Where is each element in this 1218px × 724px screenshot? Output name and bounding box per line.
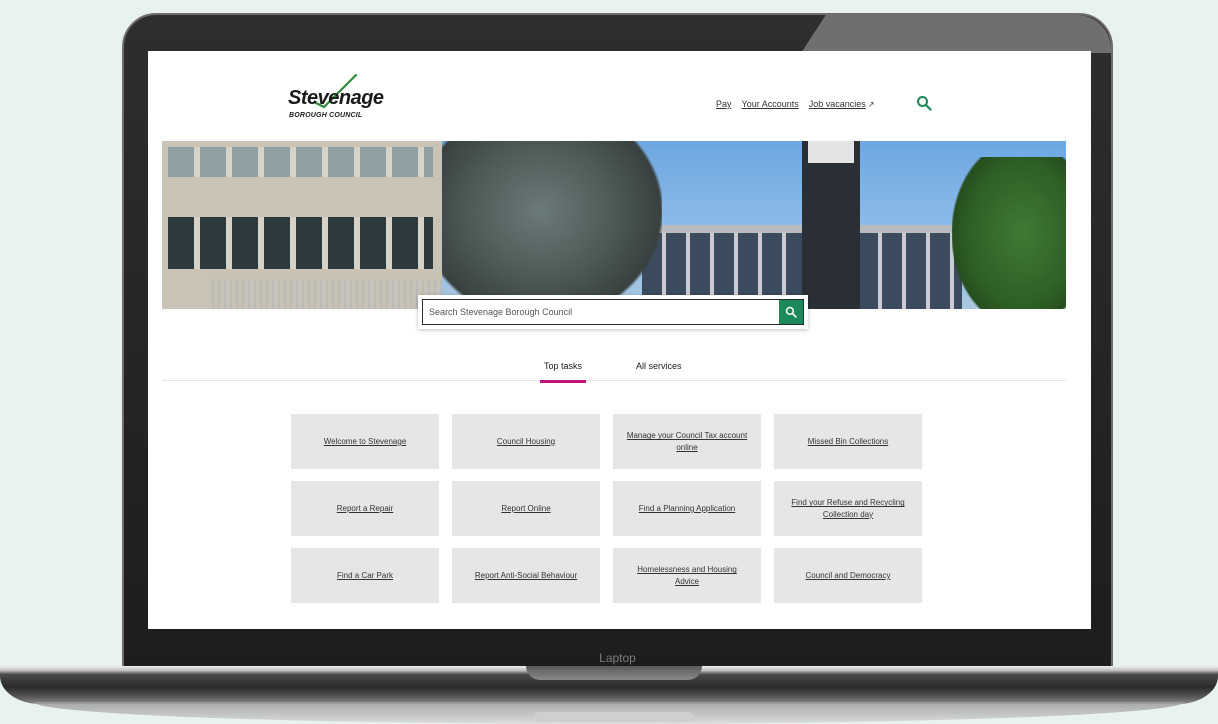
clock-face	[808, 141, 854, 163]
job-vacancies-item: Job vacancies ↗	[809, 99, 875, 109]
logo-title: Stevenage	[288, 87, 384, 109]
search-icon	[785, 306, 797, 318]
hero-sculpture	[442, 141, 662, 309]
task-tile[interactable]: Welcome to Stevenage	[291, 414, 439, 469]
top-tasks-grid: Welcome to Stevenage Council Housing Man…	[291, 414, 923, 603]
tab-top-tasks[interactable]: Top tasks	[539, 361, 587, 383]
logo-subtitle: BOROUGH COUNCIL	[289, 112, 363, 119]
service-tabs: Top tasks All services	[162, 361, 1066, 383]
task-tile[interactable]: Find a Planning Application	[613, 481, 761, 536]
external-link-icon: ↗	[867, 100, 875, 109]
search-button[interactable]	[779, 300, 803, 324]
task-tile[interactable]: Find a Car Park	[291, 548, 439, 603]
task-tile[interactable]: Council and Democracy	[774, 548, 922, 603]
hero-clock-tower	[802, 141, 860, 309]
laptop-label: Laptop	[599, 651, 636, 665]
hero-tree	[952, 157, 1066, 309]
hero-building-left	[162, 141, 442, 309]
site-header: Stevenage BOROUGH COUNCIL Pay Your Accou…	[148, 51, 1091, 141]
hero-banner-image	[162, 141, 1066, 309]
your-accounts-link[interactable]: Your Accounts	[742, 99, 799, 109]
job-vacancies-link[interactable]: Job vacancies	[809, 99, 866, 109]
laptop-foot-shine	[534, 712, 694, 722]
task-tile[interactable]: Council Housing	[452, 414, 600, 469]
search-input[interactable]	[422, 299, 804, 325]
task-tile[interactable]: Report Online	[452, 481, 600, 536]
task-tile[interactable]: Manage your Council Tax account online	[613, 414, 761, 469]
task-tile[interactable]: Homelessness and Housing Advice	[613, 548, 761, 603]
tab-all-services[interactable]: All services	[636, 361, 682, 379]
laptop-notch	[526, 666, 702, 680]
lid-glare	[801, 15, 1111, 53]
pay-link[interactable]: Pay	[716, 99, 732, 109]
task-tile[interactable]: Report Anti-Social Behaviour	[452, 548, 600, 603]
task-tile[interactable]: Missed Bin Collections	[774, 414, 922, 469]
browser-screen: Stevenage BOROUGH COUNCIL Pay Your Accou…	[148, 51, 1091, 629]
task-tile[interactable]: Find your Refuse and Recycling Collectio…	[774, 481, 922, 536]
laptop-lid: Stevenage BOROUGH COUNCIL Pay Your Accou…	[122, 13, 1113, 673]
utility-nav: Pay Your Accounts Job vacancies ↗	[716, 99, 874, 109]
council-logo[interactable]: Stevenage BOROUGH COUNCIL	[288, 73, 418, 129]
site-search	[418, 295, 808, 329]
task-tile[interactable]: Report a Repair	[291, 481, 439, 536]
search-icon[interactable]	[916, 95, 932, 111]
